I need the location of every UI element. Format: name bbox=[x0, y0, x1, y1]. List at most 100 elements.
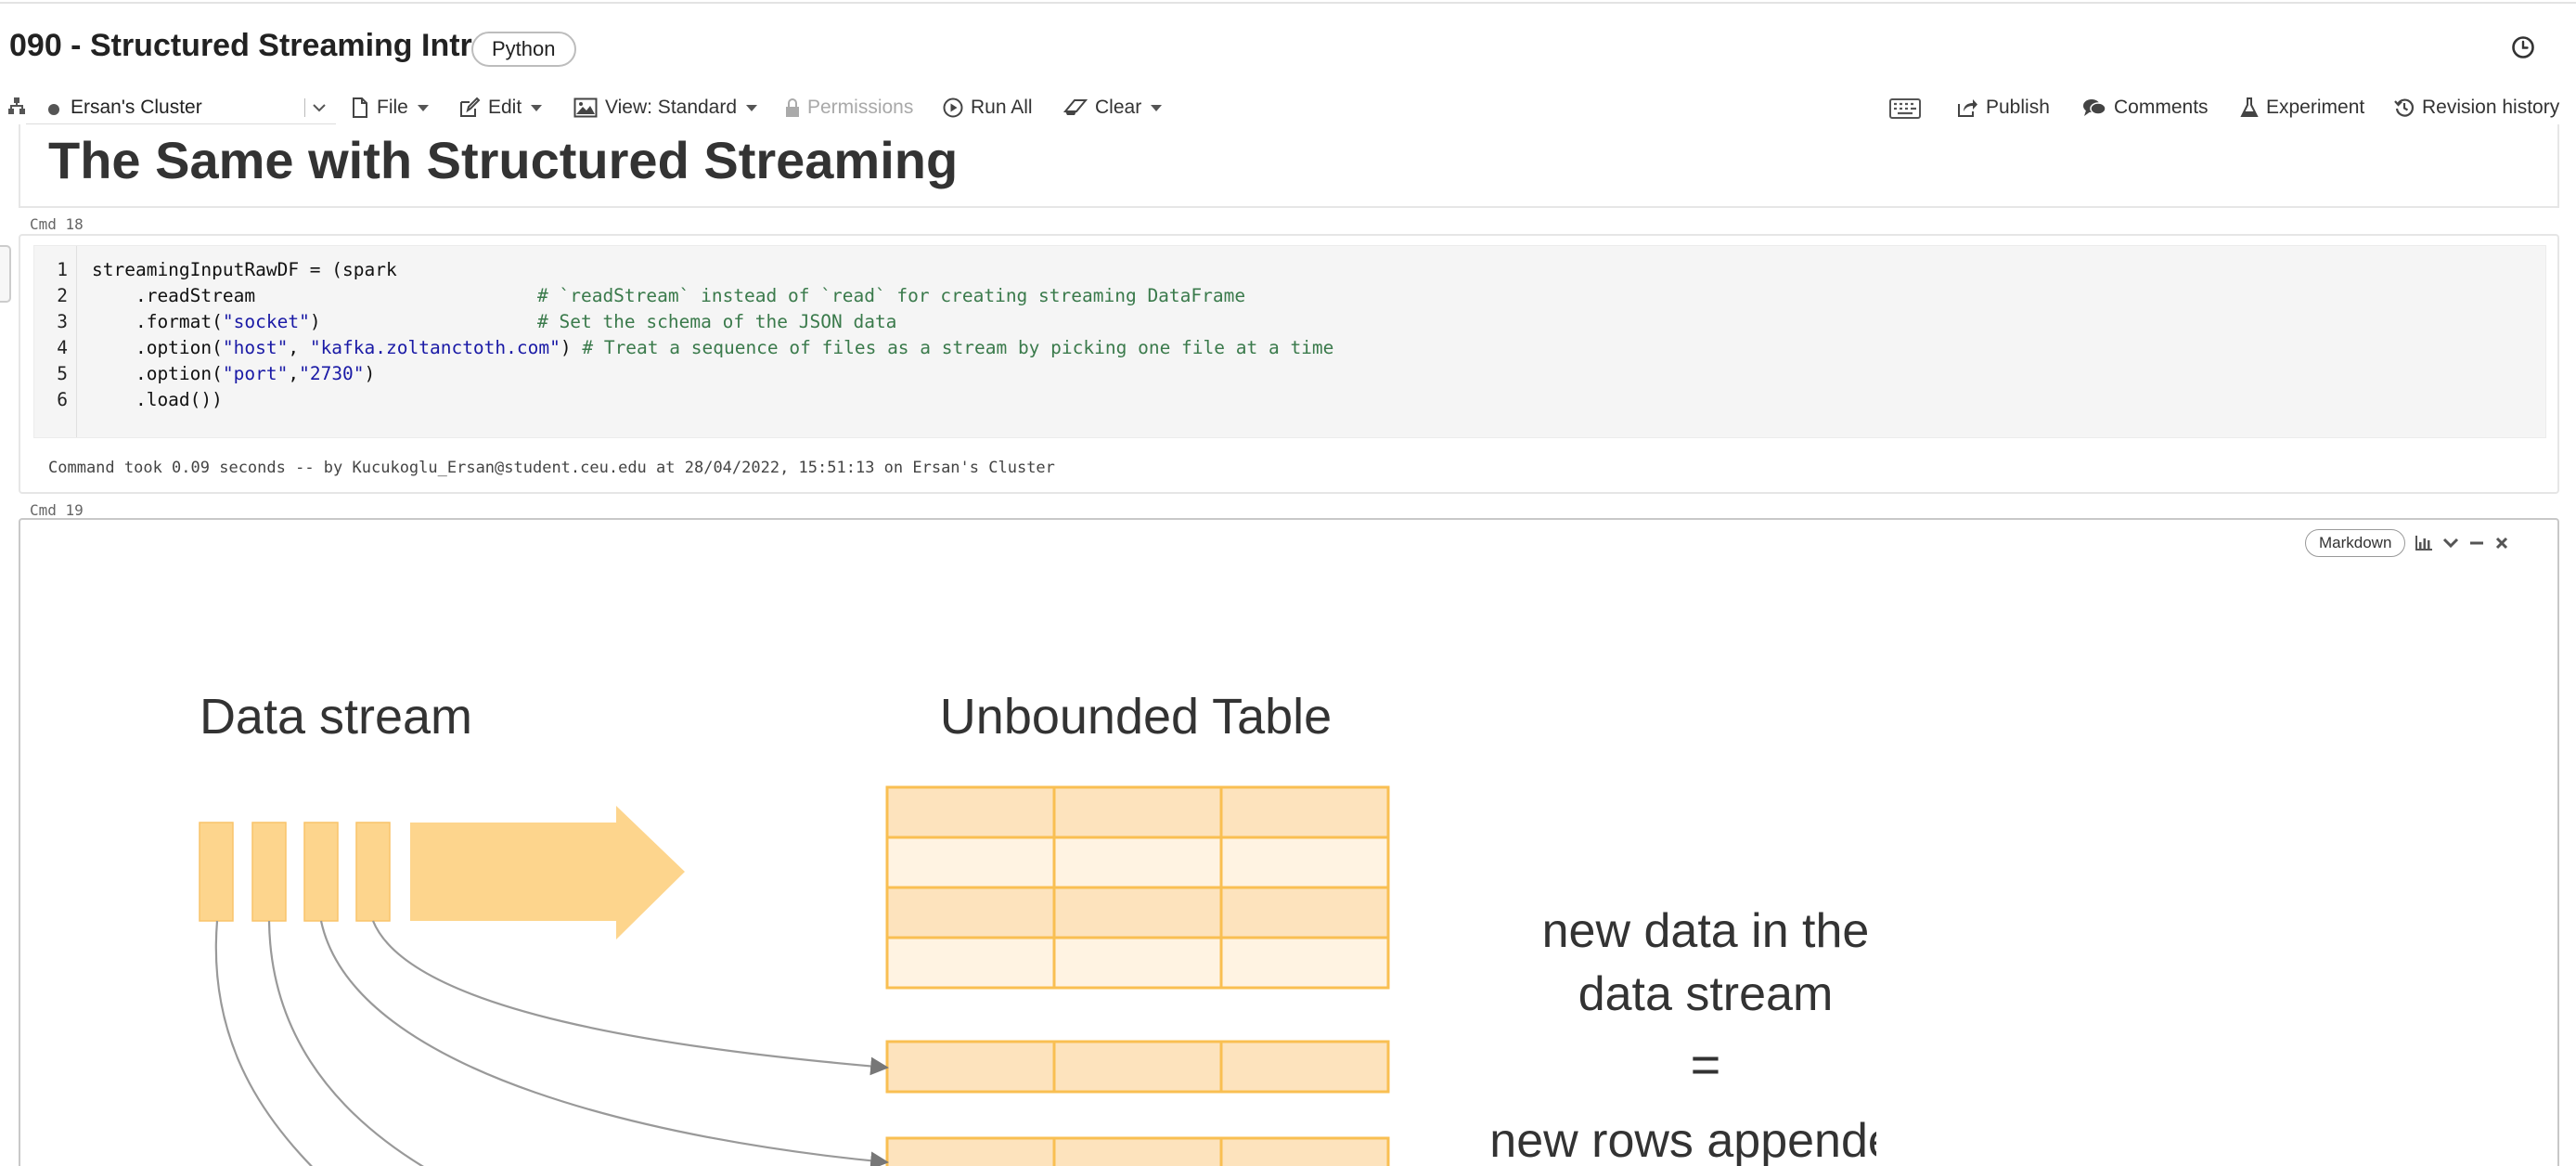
view-menu-label: View: Standard bbox=[605, 97, 738, 118]
lock-icon bbox=[786, 98, 799, 117]
caret-down-icon bbox=[1151, 104, 1163, 111]
code-text: ) bbox=[560, 337, 583, 358]
command-result: Command took 0.09 seconds -- by Kucukogl… bbox=[48, 459, 1055, 477]
comments-button[interactable]: Comments bbox=[2082, 89, 2209, 126]
file-menu-label: File bbox=[377, 97, 408, 118]
connector-arrow bbox=[371, 920, 889, 1076]
code-line: .option("port","2730") bbox=[92, 361, 375, 387]
unbounded-table bbox=[885, 785, 1390, 990]
stream-records bbox=[199, 822, 391, 922]
caret-down-icon bbox=[417, 104, 429, 111]
eraser-icon bbox=[1063, 99, 1088, 115]
notebook-toolbar: Ersan's Cluster File Edit View: Standard bbox=[0, 89, 2576, 126]
code-comment: # `readStream` instead of `read` for cre… bbox=[537, 285, 1246, 306]
notebook-title[interactable]: 090 - Structured Streaming Intro bbox=[9, 28, 492, 64]
share-icon bbox=[1958, 99, 1977, 117]
file-menu[interactable]: File bbox=[351, 89, 429, 126]
code-line: .option("host", "kafka.zoltanctoth.com")… bbox=[92, 335, 1333, 361]
code-text: ) bbox=[364, 363, 376, 384]
connector-arrow bbox=[319, 920, 889, 1166]
section-heading: The Same with Structured Streaming bbox=[48, 131, 959, 189]
line-number: 3 bbox=[57, 311, 68, 332]
image-icon bbox=[573, 97, 598, 118]
appended-row bbox=[885, 1136, 1390, 1166]
close-icon[interactable] bbox=[2494, 536, 2509, 551]
clock-icon[interactable] bbox=[2511, 35, 2535, 59]
stream-record bbox=[355, 822, 391, 922]
code-cell[interactable]: 1 2 3 4 5 6 streamingInputRawDF = (spark… bbox=[19, 234, 2559, 494]
code-string: "host" bbox=[222, 337, 289, 358]
connector-arrows bbox=[214, 920, 889, 1166]
structured-streaming-diagram: Data stream Unbounded Table new data in … bbox=[199, 689, 1876, 1166]
equals-sign: = bbox=[1691, 1035, 1721, 1094]
clear-menu[interactable]: Clear bbox=[1063, 89, 1163, 126]
connector-arrow bbox=[267, 920, 425, 1166]
new-data-line-1: new data in the bbox=[1542, 904, 1870, 958]
run-all-button[interactable]: Run All bbox=[943, 89, 1033, 126]
sidebar-collapse-handle[interactable] bbox=[0, 245, 11, 303]
code-text: .option( bbox=[92, 363, 223, 384]
code-comment: # Set the schema of the JSON data bbox=[537, 311, 897, 332]
revision-history-label: Revision history bbox=[2422, 97, 2560, 118]
code-string: "2730" bbox=[299, 363, 365, 384]
code-string: "socket" bbox=[222, 311, 310, 332]
code-editor[interactable]: 1 2 3 4 5 6 streamingInputRawDF = (spark… bbox=[33, 245, 2546, 438]
cluster-divider bbox=[304, 98, 305, 117]
experiment-button[interactable]: Experiment bbox=[2240, 89, 2364, 126]
cluster-selector[interactable]: Ersan's Cluster bbox=[26, 91, 336, 124]
table-row bbox=[885, 836, 1390, 889]
stream-record bbox=[199, 822, 234, 922]
language-badge[interactable]: Python bbox=[471, 32, 576, 67]
code-string: "kafka.zoltanctoth.com" bbox=[309, 337, 560, 358]
appended-row bbox=[885, 1040, 1390, 1094]
code-text: .option( bbox=[92, 337, 223, 358]
code-line: .format("socket") bbox=[92, 309, 321, 335]
line-number: 5 bbox=[57, 363, 68, 384]
stream-record bbox=[251, 822, 287, 922]
chevron-down-icon[interactable] bbox=[2442, 537, 2459, 550]
code-text: , bbox=[288, 337, 310, 358]
table-row bbox=[885, 936, 1390, 990]
table-row bbox=[885, 785, 1390, 839]
line-number: 2 bbox=[57, 285, 68, 306]
code-text: .load()) bbox=[92, 389, 223, 410]
line-number: 6 bbox=[57, 389, 68, 410]
bar-chart-icon[interactable] bbox=[2415, 535, 2433, 551]
publish-label: Publish bbox=[1986, 97, 2050, 118]
chevron-down-icon[interactable] bbox=[312, 102, 327, 113]
minimize-icon[interactable] bbox=[2468, 537, 2485, 550]
appended-rows bbox=[885, 1040, 1390, 1166]
edit-menu-label: Edit bbox=[488, 97, 522, 118]
code-text: .readStream bbox=[92, 285, 256, 306]
code-text: streamingInputRawDF = (spark bbox=[92, 259, 397, 280]
cell-command-label: Cmd 18 bbox=[30, 215, 84, 233]
cluster-tree-icon[interactable] bbox=[7, 97, 26, 115]
line-number-gutter: 1 2 3 4 5 6 bbox=[34, 246, 77, 437]
line-number: 1 bbox=[57, 259, 68, 280]
unbounded-table-label: Unbounded Table bbox=[940, 689, 1332, 745]
play-circle-icon bbox=[943, 97, 963, 118]
data-stream-label: Data stream bbox=[200, 689, 472, 745]
cell-command-label: Cmd 19 bbox=[30, 501, 84, 519]
keyboard-icon[interactable] bbox=[1889, 98, 1921, 119]
permissions-button[interactable]: Permissions bbox=[785, 89, 913, 126]
flask-icon bbox=[2240, 97, 2259, 117]
cell-type-pill[interactable]: Markdown bbox=[2305, 529, 2406, 557]
revision-history-button[interactable]: Revision history bbox=[2394, 89, 2559, 126]
comments-label: Comments bbox=[2114, 97, 2209, 118]
edit-menu[interactable]: Edit bbox=[458, 89, 543, 126]
publish-button[interactable]: Publish bbox=[1956, 89, 2050, 126]
caret-down-icon bbox=[531, 104, 543, 111]
new-rows-appended-label: new rows appended bbox=[1489, 1114, 1876, 1166]
code-text: ) bbox=[309, 311, 321, 332]
run-all-label: Run All bbox=[971, 97, 1033, 118]
code-text: , bbox=[288, 363, 300, 384]
caret-down-icon bbox=[746, 104, 758, 111]
notebook-header: 090 - Structured Streaming Intro Python bbox=[0, 20, 2576, 76]
view-menu[interactable]: View: Standard bbox=[573, 89, 758, 126]
code-comment: # Treat a sequence of files as a stream … bbox=[582, 337, 1334, 358]
new-data-line-2: data stream bbox=[1578, 967, 1834, 1021]
experiment-label: Experiment bbox=[2266, 97, 2365, 118]
stream-record bbox=[303, 822, 339, 922]
cluster-name: Ersan's Cluster bbox=[71, 97, 202, 118]
